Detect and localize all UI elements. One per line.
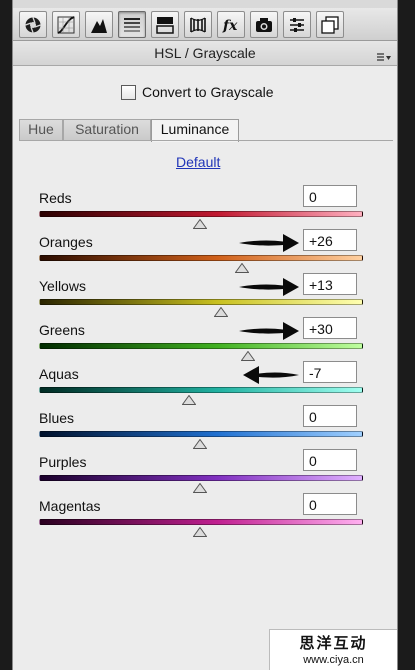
basic-aperture-icon[interactable] [19,11,47,38]
purples-slider-thumb[interactable] [192,480,208,498]
panel-titlebar: HSL / Grayscale [13,41,397,66]
oranges-slider-track[interactable] [39,255,363,261]
slider-row-purples: Purples 0 [13,449,397,498]
magentas-slider-thumb[interactable] [192,524,208,542]
panel-title: HSL / Grayscale [154,45,256,61]
blues-slider-thumb[interactable] [192,436,208,454]
arrow-right-icon [237,319,301,348]
panel-toolbar: fx [13,8,397,41]
purples-value-field[interactable]: 0 [303,449,357,471]
oranges-value-field[interactable]: +26 [303,229,357,251]
watermark: 思洋互动 www.ciya.cn [269,629,397,670]
arrow-right-icon [237,231,301,260]
slider-row-greens: Greens +30 [13,317,397,366]
yellows-label: Yellows [39,278,86,294]
greens-value-field[interactable]: +30 [303,317,357,339]
hsl-grayscale-panel: fx HSL / Grayscale Convert to Grayscale … [12,0,398,670]
yellows-slider-thumb[interactable] [213,304,229,322]
arrow-right-icon [237,275,301,304]
lens-corrections-icon[interactable] [184,11,212,38]
panel-menu-icon[interactable] [377,49,391,67]
greens-slider-track[interactable] [39,343,363,349]
svg-text:fx: fx [222,18,238,34]
tone-curve-icon[interactable] [52,11,80,38]
slider-row-yellows: Yellows +13 [13,273,397,322]
watermark-line-1: 思洋互动 [299,635,368,652]
aquas-slider-thumb[interactable] [181,392,197,410]
purples-label: Purples [39,454,87,470]
yellows-value-field[interactable]: +13 [303,273,357,295]
effects-fx-icon[interactable]: fx [217,11,245,38]
slider-row-magentas: Magentas 0 [13,493,397,542]
slider-row-oranges: Oranges +26 [13,229,397,278]
magentas-value-field[interactable]: 0 [303,493,357,515]
watermark-line-2: www.ciya.cn [303,654,364,666]
aquas-value-field[interactable]: -7 [303,361,357,383]
slider-row-blues: Blues 0 [13,405,397,454]
slider-row-aquas: Aquas -7 [13,361,397,410]
detail-icon[interactable] [85,11,113,38]
aquas-label: Aquas [39,366,79,382]
convert-to-grayscale-row[interactable]: Convert to Grayscale [121,84,274,100]
default-link[interactable]: Default [176,154,220,170]
convert-to-grayscale-label: Convert to Grayscale [142,84,274,100]
split-toning-icon[interactable] [151,11,179,38]
yellows-slider-track[interactable] [39,299,363,305]
presets-icon[interactable] [283,11,311,38]
camera-calibration-icon[interactable] [250,11,278,38]
slider-row-reds: Reds 0 [13,185,397,234]
oranges-label: Oranges [39,234,93,250]
blues-value-field[interactable]: 0 [303,405,357,427]
reds-label: Reds [39,190,72,206]
tab-saturation[interactable]: Saturation [63,119,151,140]
blues-label: Blues [39,410,75,426]
snapshots-icon[interactable] [316,11,344,38]
convert-to-grayscale-checkbox[interactable] [121,84,136,100]
tab-hue[interactable]: Hue [19,119,63,140]
reds-value-field[interactable]: 0 [303,185,357,207]
tabs-divider [19,140,393,141]
tab-luminance[interactable]: Luminance [151,119,239,142]
greens-label: Greens [39,322,85,338]
aquas-slider-track[interactable] [39,387,363,393]
arrow-left-icon [241,363,301,392]
magentas-label: Magentas [39,498,101,514]
hsl-grayscale-icon[interactable] [118,11,146,38]
reds-slider-thumb[interactable] [192,216,208,234]
